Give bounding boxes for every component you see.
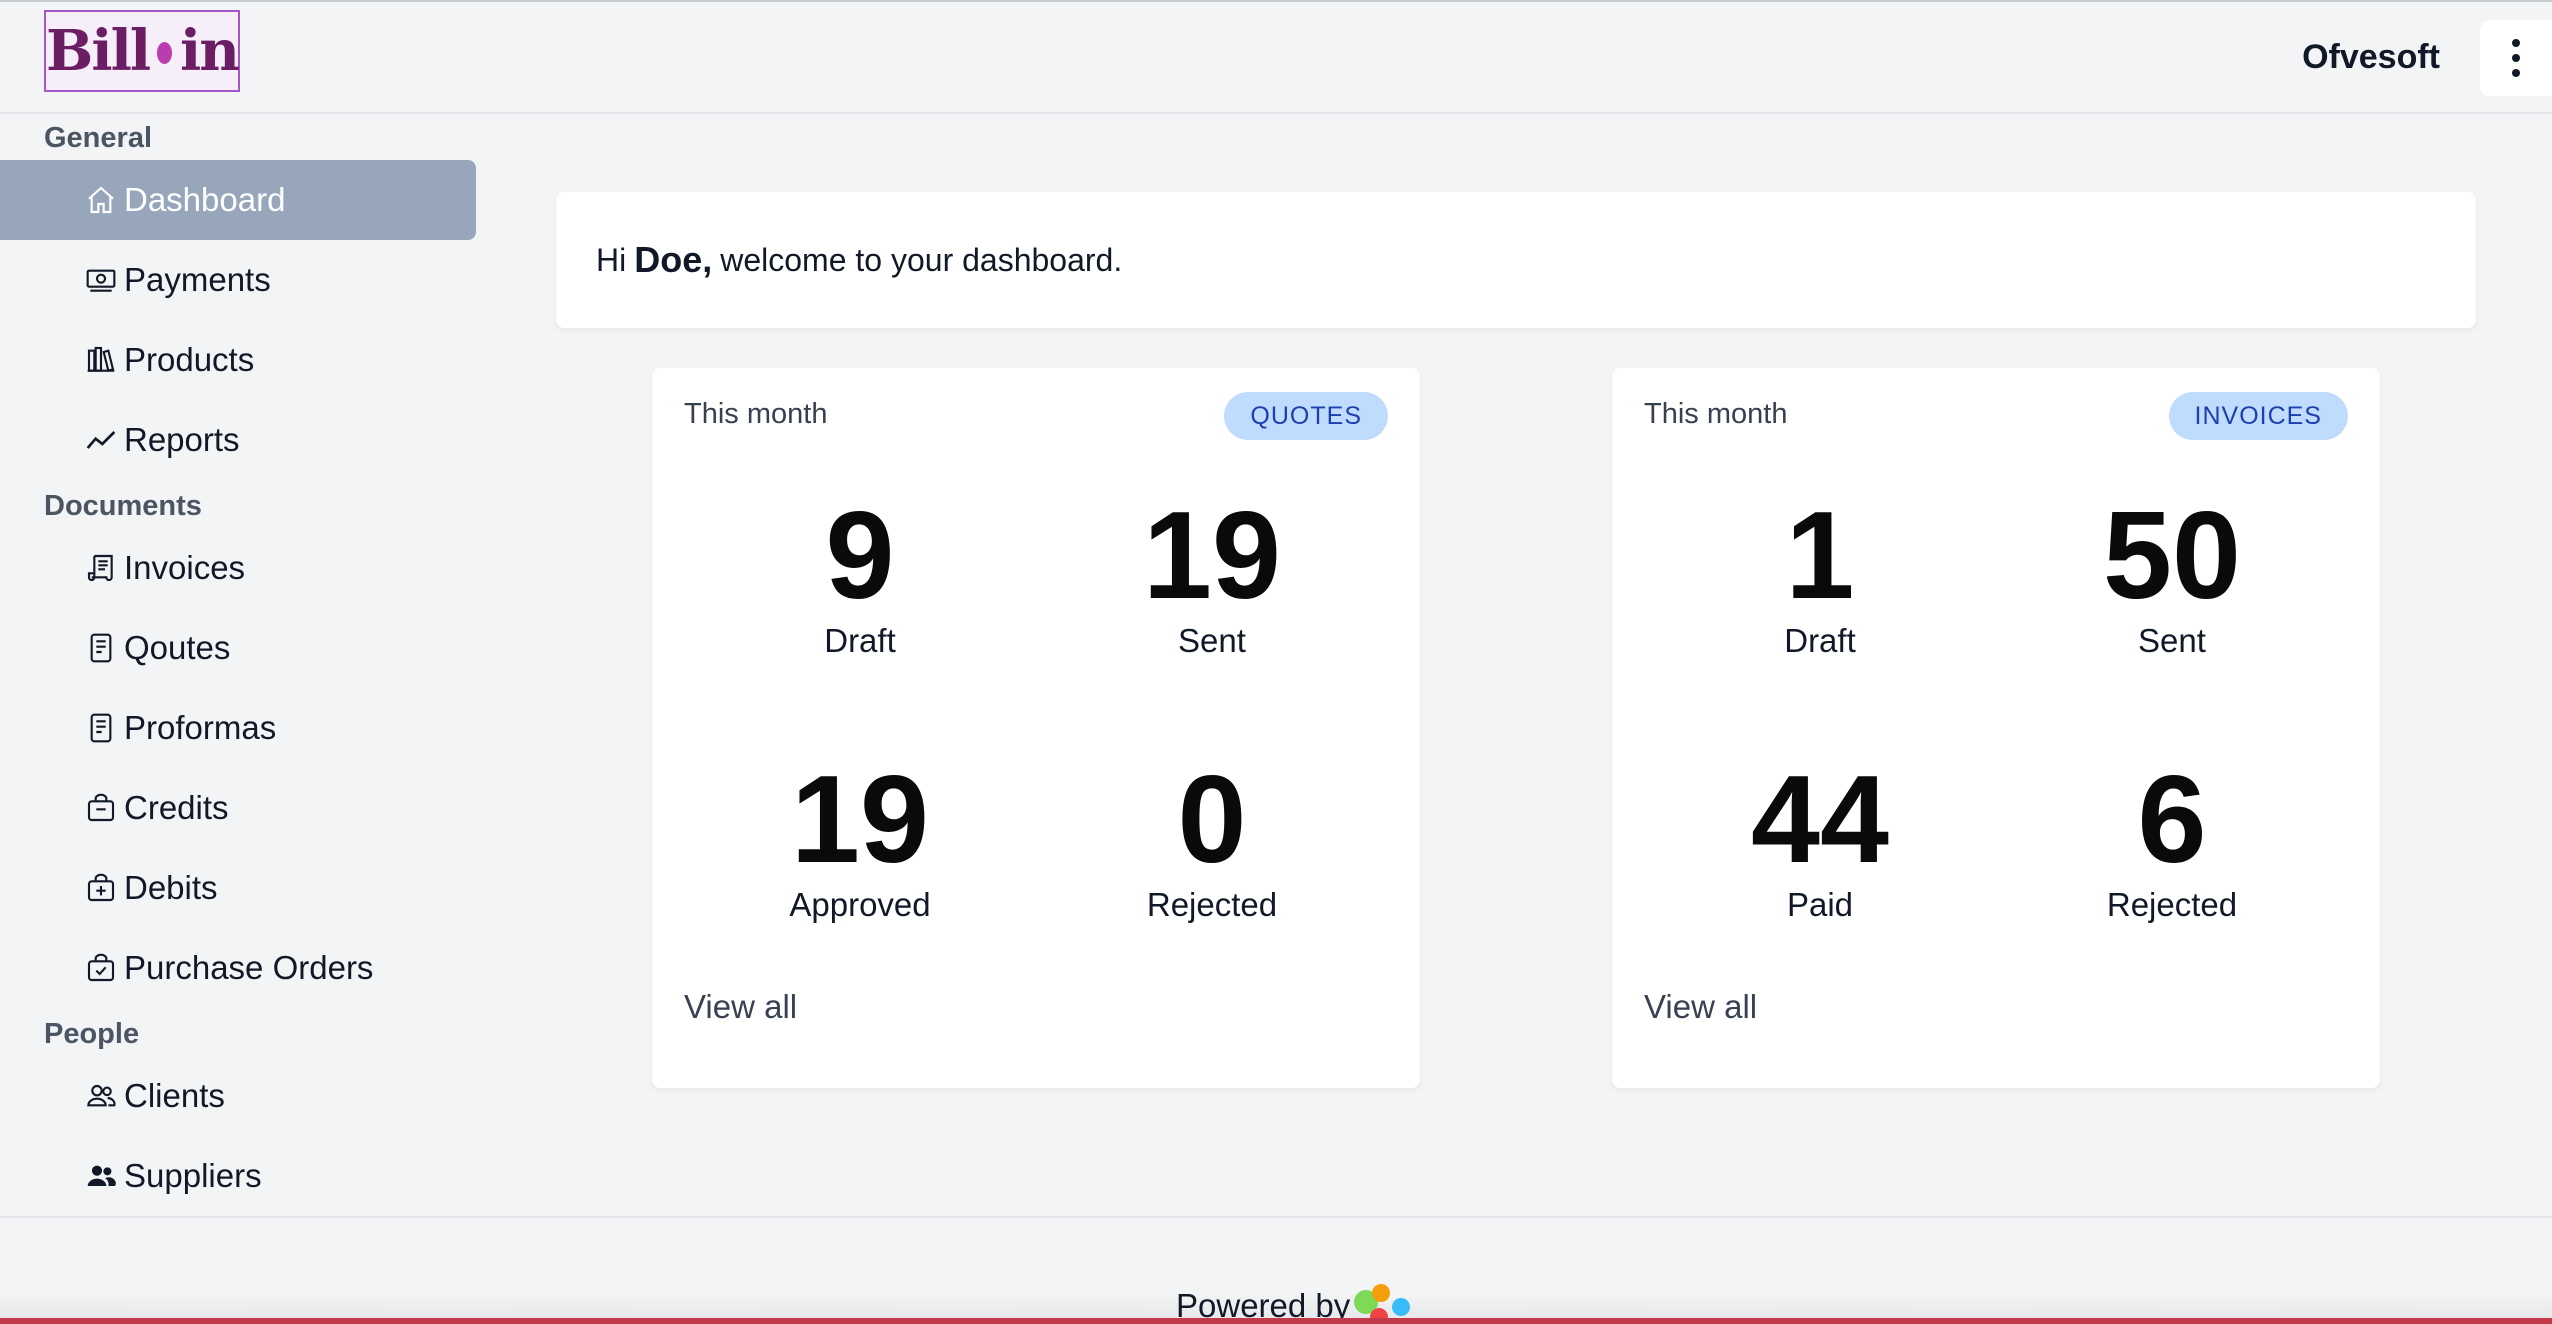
sidebar-item-label: Products — [124, 341, 255, 378]
home-icon — [84, 183, 118, 217]
view-all-invoices-link[interactable]: View all — [1644, 988, 1757, 1026]
sidebar-item-label: Reports — [124, 421, 240, 458]
kebab-dot — [2512, 54, 2520, 62]
user-name: Doe, — [634, 239, 713, 280]
sidebar: General Dashboard Payments Products Repo… — [0, 114, 480, 1216]
sidebar-item-label: Debits — [124, 869, 218, 906]
sidebar-item-invoices[interactable]: Invoices — [0, 528, 476, 608]
sidebar-item-suppliers[interactable]: Suppliers — [0, 1136, 476, 1216]
sidebar-item-products[interactable]: Products — [0, 320, 476, 400]
stat-approved: 19 Approved — [700, 758, 1020, 924]
stat-label: Draft — [824, 622, 896, 659]
welcome-message: welcome to your dashboard. — [720, 241, 1123, 278]
receipt-icon — [84, 551, 118, 585]
sidebar-item-label: Invoices — [124, 549, 246, 586]
stat-rejected: 6 Rejected — [2012, 758, 2332, 924]
users-solid-icon — [84, 1159, 118, 1193]
card-badge-invoices: INVOICES — [2168, 392, 2348, 440]
sidebar-item-label: Dashboard — [124, 181, 286, 218]
stat-value: 0 — [1177, 751, 1247, 889]
stat-sent: 19 Sent — [1052, 494, 1372, 660]
kebab-dot — [2512, 39, 2520, 47]
trend-icon — [84, 423, 118, 457]
sidebar-item-proformas[interactable]: Proformas — [0, 688, 476, 768]
stat-value: 9 — [825, 487, 895, 625]
section-title-general: General — [44, 122, 152, 154]
stat-value: 19 — [791, 751, 929, 889]
bag-check-icon — [84, 951, 118, 985]
footer: Powered by — [0, 1216, 2552, 1324]
sidebar-item-label: Clients — [124, 1077, 225, 1114]
stat-label: Sent — [2138, 622, 2206, 659]
sidebar-item-label: Suppliers — [124, 1157, 262, 1194]
organization-name[interactable]: Ofvesoft — [2302, 38, 2440, 77]
kebab-dot — [2512, 69, 2520, 77]
bag-plus-icon — [84, 871, 118, 905]
sidebar-item-purchase-orders[interactable]: Purchase Orders — [0, 928, 476, 1008]
section-title-people: People — [44, 1018, 140, 1050]
sidebar-item-label: Payments — [124, 261, 271, 298]
sidebar-item-debits[interactable]: Debits — [0, 848, 476, 928]
window-bottom-edge — [0, 1318, 2552, 1324]
sidebar-item-reports[interactable]: Reports — [0, 400, 476, 480]
stat-value: 6 — [2137, 751, 2207, 889]
stat-value: 50 — [2103, 487, 2241, 625]
card-badge-quotes: QUOTES — [1224, 392, 1388, 440]
stat-value: 44 — [1751, 751, 1889, 889]
quotes-summary-card: This month QUOTES 9 Draft 19 Sent 19 App… — [652, 368, 1420, 1088]
stat-draft: 1 Draft — [1660, 494, 1980, 660]
greeting: Hi — [596, 241, 627, 278]
card-period: This month — [684, 398, 828, 430]
users-outline-icon — [84, 1079, 118, 1113]
document-icon — [84, 711, 118, 745]
welcome-banner: Hi Doe, welcome to your dashboard. — [556, 192, 2476, 328]
stat-label: Approved — [789, 886, 931, 923]
stat-draft: 9 Draft — [700, 494, 1020, 660]
sidebar-item-label: Credits — [124, 789, 229, 826]
sidebar-item-quotes[interactable]: Qoutes — [0, 608, 476, 688]
books-icon — [84, 343, 118, 377]
stat-paid: 44 Paid — [1660, 758, 1980, 924]
logo-text-left: Bill — [46, 18, 151, 84]
sidebar-item-label: Purchase Orders — [124, 949, 374, 986]
more-options-button[interactable] — [2480, 20, 2552, 96]
card-period: This month — [1644, 398, 1788, 430]
stat-value: 19 — [1143, 487, 1281, 625]
stat-label: Draft — [1784, 622, 1856, 659]
invoices-summary-card: This month INVOICES 1 Draft 50 Sent 44 P… — [1612, 368, 2380, 1088]
stat-label: Rejected — [2106, 886, 2238, 923]
sidebar-item-payments[interactable]: Payments — [0, 240, 476, 320]
bag-minus-icon — [84, 791, 118, 825]
sidebar-item-label: Qoutes — [124, 629, 231, 666]
stat-sent: 50 Sent — [2012, 494, 2332, 660]
cash-icon — [84, 263, 118, 297]
sidebar-item-dashboard[interactable]: Dashboard — [0, 160, 476, 240]
stat-label: Rejected — [1146, 886, 1278, 923]
stat-rejected: 0 Rejected — [1052, 758, 1372, 924]
app-logo[interactable]: Bill in — [44, 10, 240, 92]
stat-label: Sent — [1178, 622, 1246, 659]
sidebar-item-clients[interactable]: Clients — [0, 1056, 476, 1136]
stat-value: 1 — [1785, 487, 1855, 625]
top-header: Bill in Ofvesoft — [0, 0, 2552, 114]
logo-dot — [157, 42, 172, 64]
logo-text-right: in — [180, 18, 240, 84]
view-all-quotes-link[interactable]: View all — [684, 988, 797, 1026]
document-icon — [84, 631, 118, 665]
sidebar-item-label: Proformas — [124, 709, 277, 746]
section-title-documents: Documents — [44, 490, 202, 522]
stat-label: Paid — [1786, 886, 1854, 923]
sidebar-item-credits[interactable]: Credits — [0, 768, 476, 848]
